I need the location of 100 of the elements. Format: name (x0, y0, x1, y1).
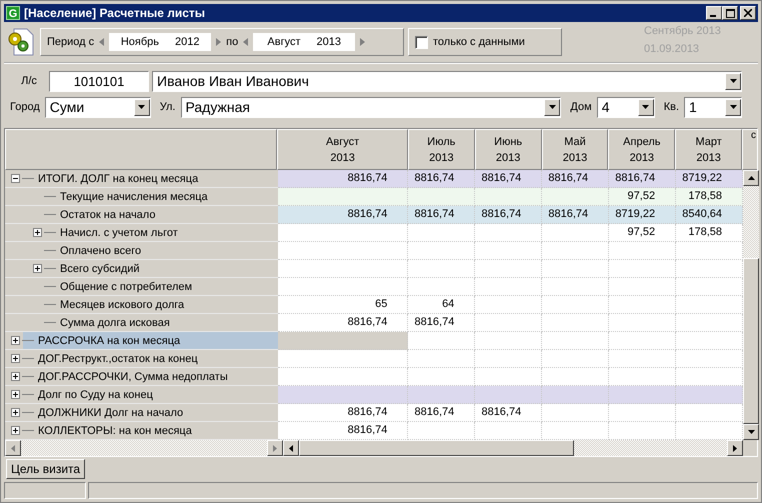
table-cell: 8816,74 (475, 206, 542, 224)
tree-item[interactable]: ДОГ.Реструкт.,остаток на конец (5, 350, 278, 368)
table-cell (542, 278, 610, 296)
table-cell (408, 188, 476, 206)
horizontal-scrollbar[interactable] (5, 440, 283, 456)
expand-icon[interactable] (11, 426, 20, 435)
maximize-button[interactable] (722, 6, 738, 20)
table-cell (676, 314, 743, 332)
expand-icon[interactable] (11, 336, 20, 345)
scroll-thumb[interactable] (299, 440, 574, 456)
tree-item[interactable]: Остаток на начало (5, 206, 278, 224)
right-arrow-icon[interactable] (360, 38, 366, 46)
period-to-label: по (226, 36, 238, 48)
app-icon: G (6, 6, 20, 20)
table-cell: 8816,74 (278, 206, 408, 224)
table-cell: 8816,74 (408, 206, 476, 224)
tree-item[interactable]: Начисл. с учетом льгот (5, 224, 278, 242)
tab[interactable]: Цель визита (6, 459, 86, 479)
column-header[interactable]: Август 2013 (277, 129, 408, 170)
column-header[interactable]: Апрель 2013 (608, 129, 676, 170)
table-cell: 178,58 (676, 224, 743, 242)
scroll-right-icon[interactable] (727, 440, 743, 456)
tree-item[interactable]: РАССРОЧКА на кон месяца (5, 332, 278, 350)
expand-icon[interactable] (11, 408, 20, 417)
dropdown-icon[interactable] (544, 98, 560, 116)
table-cell (542, 314, 610, 332)
scroll-left-icon[interactable] (5, 440, 21, 456)
close-button[interactable] (740, 6, 756, 20)
tree-item[interactable]: Оплачено всего (5, 242, 278, 260)
table-cell (542, 242, 610, 260)
dropdown-icon[interactable] (134, 98, 150, 116)
tree-item[interactable]: Долг по Суду на конец (5, 386, 278, 404)
table-cell (609, 260, 676, 278)
left-arrow-icon[interactable] (99, 38, 104, 46)
scroll-left-icon[interactable] (283, 440, 299, 456)
table-cell (676, 350, 743, 368)
tree-item[interactable]: ДОЛЖНИКИ Долг на начало (5, 404, 278, 422)
gears-icon[interactable] (6, 27, 36, 57)
minimize-button[interactable] (706, 6, 722, 20)
table-cell: 8816,74 (475, 404, 542, 422)
tree-item[interactable]: Всего субсидий (5, 260, 278, 278)
window-title: [Население] Расчетные листы (24, 6, 206, 20)
table-cell: 64 (408, 296, 476, 314)
expand-icon[interactable] (11, 372, 20, 381)
table-cell (542, 386, 610, 404)
table-cell: 8816,74 (278, 404, 408, 422)
table-cell: 8816,74 (542, 170, 610, 188)
scroll-down-icon[interactable] (743, 424, 759, 440)
dropdown-icon[interactable] (725, 72, 741, 90)
street-combo[interactable]: Радужная (180, 96, 562, 118)
expand-icon[interactable] (33, 264, 42, 273)
table-cell: 8816,74 (542, 206, 610, 224)
city-label: Город (9, 101, 41, 113)
date-field[interactable]: Август 2013 (253, 33, 356, 51)
table-cell (676, 386, 743, 404)
table-cell: 65 (278, 296, 408, 314)
table-cell (542, 332, 610, 350)
horizontal-scrollbar[interactable] (283, 440, 743, 456)
column-header[interactable]: Июнь 2013 (474, 129, 542, 170)
house-combo[interactable]: 4 (596, 96, 655, 118)
collapse-icon[interactable] (11, 174, 20, 183)
table-cell: 8816,74 (408, 170, 476, 188)
table-cell: 8816,74 (278, 170, 408, 188)
tree-item[interactable]: Месяцев искового долга (5, 296, 278, 314)
table-cell: 97,52 (609, 188, 676, 206)
table-cell: 8540,64 (676, 206, 743, 224)
tree-item[interactable]: Текущие начисления месяца (5, 188, 278, 206)
expand-icon[interactable] (11, 354, 20, 363)
table-cell (676, 332, 743, 350)
right-arrow-icon[interactable] (216, 38, 222, 46)
column-header[interactable]: Март 2013 (675, 129, 742, 170)
vertical-scrollbar[interactable] (743, 170, 759, 440)
account-number-field[interactable]: 1010101 (49, 70, 149, 92)
city-combo[interactable]: Суми (44, 96, 151, 118)
dropdown-icon[interactable] (638, 98, 654, 116)
owner-name-combo[interactable]: Иванов Иван Иванович (152, 70, 742, 92)
expand-icon[interactable] (33, 228, 42, 237)
table-cell (676, 296, 743, 314)
table-cell: 8816,74 (408, 404, 476, 422)
tree-item[interactable]: ИТОГИ. ДОЛГ на конец месяца (5, 170, 278, 188)
scroll-thumb[interactable] (743, 258, 759, 424)
maximize-icon (726, 8, 734, 18)
table-cell (676, 278, 743, 296)
scroll-right-icon[interactable] (267, 440, 283, 456)
expand-icon[interactable] (11, 390, 20, 399)
table-cell (408, 386, 476, 404)
dropdown-icon[interactable] (725, 98, 741, 116)
tree-item[interactable]: Общение с потребителем (5, 278, 278, 296)
checkbox[interactable] (415, 36, 428, 48)
table-cell: 8816,74 (475, 170, 542, 188)
tree-item[interactable]: ДОГ.РАССРОЧКИ, Сумма недоплаты (5, 368, 278, 386)
table-cell (609, 404, 676, 422)
date-field[interactable]: Ноябрь 2012 (109, 33, 212, 51)
left-arrow-icon[interactable] (243, 38, 248, 46)
column-header[interactable]: Июль 2013 (408, 129, 475, 170)
scroll-up-icon[interactable] (743, 170, 759, 186)
flat-combo[interactable]: 1 (684, 96, 742, 118)
column-header[interactable]: Май 2013 (542, 129, 608, 170)
table-cell (408, 332, 476, 350)
flat-label: Кв. (662, 101, 680, 113)
